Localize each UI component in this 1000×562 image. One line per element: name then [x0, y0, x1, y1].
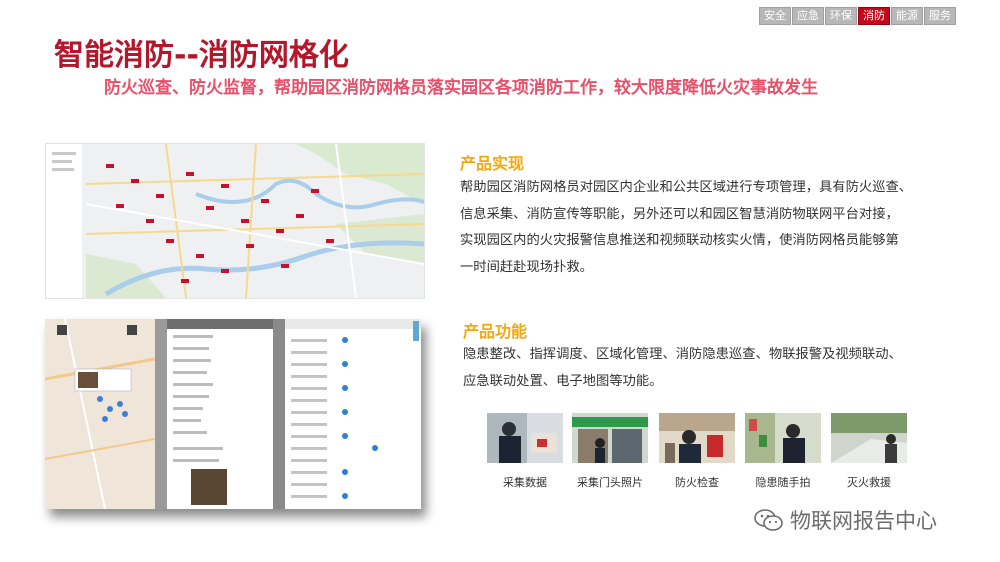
- app-screenshot: [45, 319, 421, 509]
- section-text-implementation: 帮助园区消防网格员对园区内企业和公共区域进行专项管理，具有防火巡查、 信息采集、…: [460, 175, 912, 281]
- photo-caption: 防火检查: [675, 476, 719, 489]
- wechat-icon: [754, 509, 783, 531]
- page-title: 智能消防--消防网格化: [54, 38, 349, 73]
- paragraph-line: 信息采集、消防宣传等职能，另外还可以和园区智慧消防物联网平台对接，: [460, 206, 899, 222]
- photo-caption: 采集门头照片: [577, 476, 643, 489]
- nav-tab-fire[interactable]: 消防: [858, 7, 890, 25]
- paragraph-line: 帮助园区消防网格员对园区内企业和公共区域进行专项管理，具有防火巡查、: [460, 180, 913, 195]
- fire-rescue-photo: [831, 413, 907, 463]
- city-map-illustration: [46, 144, 424, 298]
- storefront-photo: [572, 413, 648, 463]
- nav-tab-emergency[interactable]: 应急: [792, 7, 824, 25]
- section-heading-implementation: 产品实现: [460, 154, 525, 173]
- paragraph-line: 隐患整改、指挥调度、区域化管理、消防隐患巡查、物联报警及视频联动、: [463, 347, 902, 362]
- nav-tab-energy[interactable]: 能源: [891, 7, 923, 25]
- hazard-snapshot-photo: [745, 413, 821, 463]
- nav-tab-safety[interactable]: 安全: [759, 7, 791, 25]
- mobile-app-illustration: [45, 319, 421, 509]
- map-screenshot: [45, 143, 425, 299]
- watermark-text: 物联网报告中心: [790, 509, 937, 533]
- paragraph-line: 应急联动处置、电子地图等功能。: [463, 373, 663, 389]
- photo-caption: 隐患随手拍: [755, 476, 811, 489]
- photo-caption: 灭火救援: [847, 476, 891, 489]
- fire-inspection-photo: [659, 413, 735, 463]
- nav-tab-service[interactable]: 服务: [924, 7, 956, 25]
- page-subtitle: 防火巡查、防火监督，帮助园区消防网格员落实园区各项消防工作，较大限度降低火灾事故…: [104, 78, 818, 98]
- top-nav: 安全 应急 环保 消防 能源 服务: [759, 7, 957, 25]
- photo-caption: 采集数据: [503, 476, 547, 489]
- section-heading-functions: 产品功能: [463, 322, 528, 341]
- nav-tab-environment[interactable]: 环保: [825, 7, 857, 25]
- watermark: 物联网报告中心: [754, 507, 937, 533]
- section-text-functions: 隐患整改、指挥调度、区域化管理、消防隐患巡查、物联报警及视频联动、 应急联动处置…: [463, 342, 902, 395]
- data-collection-photo: [487, 413, 563, 463]
- paragraph-line: 一时间赶赴现场扑救。: [460, 259, 593, 275]
- paragraph-line: 实现园区内的火灾报警信息推送和视频联动核实火情，使消防网格员能够第: [460, 233, 899, 248]
